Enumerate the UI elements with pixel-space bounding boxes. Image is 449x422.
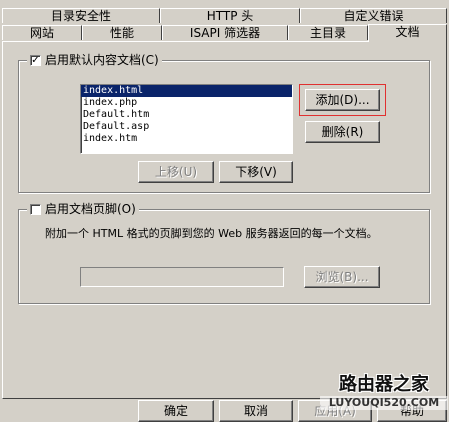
tab-label: 网站 [29, 26, 54, 40]
move-up-label: 上移(U) [154, 165, 198, 179]
move-down-button[interactable]: 下移(V) [219, 161, 293, 183]
footer-group [18, 209, 430, 304]
enable-default-checkbox[interactable]: ✓ [30, 54, 41, 66]
tab-isapi-filters[interactable]: ISAPI 筛选器 [162, 25, 288, 40]
list-item[interactable]: Default.asp [81, 121, 292, 133]
footer-description: 附加一个 HTML 格式的页脚到您的 Web 服务器返回的每一个文档。 [45, 227, 378, 240]
footer-path-input[interactable] [80, 267, 284, 287]
enable-footer-label: 启用文档页脚(O) [45, 202, 136, 216]
move-down-label: 下移(V) [235, 165, 277, 179]
tab-label: 目录安全性 [50, 9, 111, 23]
tab-http-headers[interactable]: HTTP 头 [160, 8, 300, 23]
tab-label: ISAPI 筛选器 [189, 26, 261, 40]
tab-directory-security[interactable]: 目录安全性 [2, 8, 160, 23]
ok-label: 确定 [163, 404, 188, 418]
watermark-url: LUYOUQI520.COM [320, 396, 448, 410]
tab-label: 自定义错误 [343, 9, 404, 23]
enable-footer-checkbox[interactable] [30, 203, 41, 215]
tab-documents[interactable]: 文档 [368, 24, 447, 42]
list-item[interactable]: index.html [81, 85, 292, 97]
tab-home-directory[interactable]: 主目录 [288, 25, 368, 40]
browse-label: 浏览(B)... [315, 270, 369, 284]
tab-custom-errors[interactable]: 自定义错误 [300, 8, 447, 23]
tab-label: 主目录 [309, 26, 346, 40]
default-document-group-title[interactable]: ✓ 启用默认内容文档(C) [27, 52, 162, 68]
tab-label: 文档 [395, 25, 420, 39]
move-up-button[interactable]: 上移(U) [138, 161, 214, 183]
browse-button[interactable]: 浏览(B)... [304, 266, 380, 288]
add-button[interactable]: 添加(D)... [305, 89, 380, 111]
tab-label: 性能 [109, 26, 134, 40]
watermark-logo: 路由器之家 LUYOUQI520.COM [320, 374, 448, 418]
add-button-label: 添加(D)... [315, 93, 370, 107]
tab-performance[interactable]: 性能 [82, 25, 162, 40]
list-item[interactable]: index.php [81, 97, 292, 109]
cancel-label: 取消 [243, 404, 268, 418]
tab-label: HTTP 头 [206, 9, 254, 23]
list-item[interactable]: index.htm [81, 133, 292, 145]
tab-website[interactable]: 网站 [2, 25, 82, 40]
footer-group-title[interactable]: 启用文档页脚(O) [27, 201, 139, 217]
enable-default-label: 启用默认内容文档(C) [45, 53, 159, 67]
watermark-title: 路由器之家 [339, 374, 429, 395]
remove-button-label: 删除(R) [321, 125, 364, 139]
remove-button[interactable]: 删除(R) [305, 121, 380, 143]
default-documents-list[interactable]: index.html index.php Default.htm Default… [80, 84, 293, 154]
list-item[interactable]: Default.htm [81, 109, 292, 121]
